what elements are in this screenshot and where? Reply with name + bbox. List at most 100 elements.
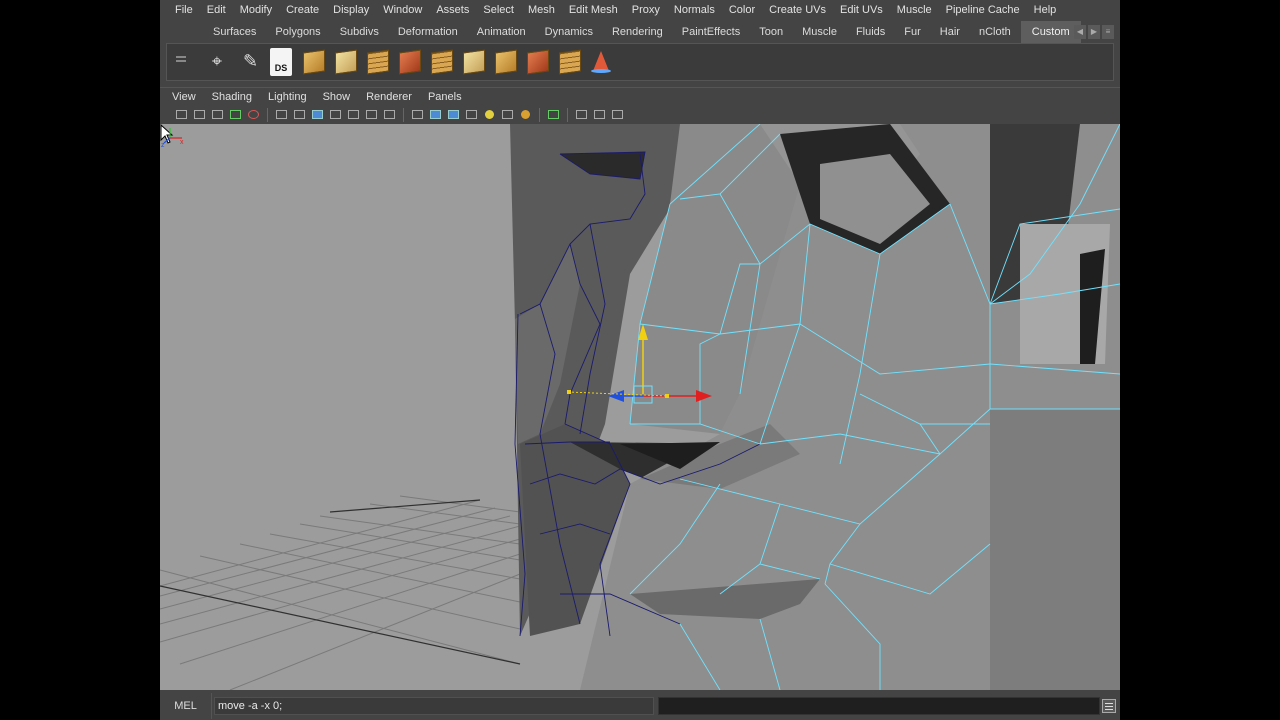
shelf-icons: ⌖ ✎ DS [203,47,615,77]
2d-pan-zoom-icon[interactable] [246,108,261,121]
panel-menu-panels[interactable]: Panels [420,88,470,106]
shadows-icon[interactable] [518,108,533,121]
shelf: ⌖ ✎ DS [166,43,1114,81]
shelf-tab-fur[interactable]: Fur [895,21,931,43]
head-mesh[interactable] [510,124,1120,690]
backface-culling-icon[interactable] [610,108,625,121]
select-camera-icon[interactable] [174,108,189,121]
shelf-options-icon[interactable]: ≡ [1102,25,1114,39]
gate-mask-icon[interactable] [328,108,343,121]
menu-color[interactable]: Color [721,0,761,20]
panel-menu-lighting[interactable]: Lighting [260,88,315,106]
panel-menu-show[interactable]: Show [315,88,359,106]
menu-help[interactable]: Help [1026,0,1063,20]
field-chart-icon[interactable] [346,108,361,121]
menu-normals[interactable]: Normals [666,0,721,20]
scene-render [160,124,1120,690]
svg-text:z: z [161,142,165,148]
panel-menu-renderer[interactable]: Renderer [358,88,420,106]
manip-z-arrow[interactable] [608,390,624,402]
shelf-tab-custom[interactable]: Custom [1020,21,1081,43]
command-input[interactable]: move -a -x 0; [214,697,654,715]
menu-pipeline-cache[interactable]: Pipeline Cache [938,0,1026,20]
shelf-tab-painteffects[interactable]: PaintEffects [673,21,751,43]
menu-muscle[interactable]: Muscle [889,0,938,20]
menu-mesh[interactable]: Mesh [520,0,561,20]
shelf-tab-animation[interactable]: Animation [468,21,536,43]
wireframe-on-shaded-icon[interactable] [446,108,461,121]
select-tool-icon[interactable]: ⌖ [203,47,231,77]
grid-icon[interactable] [274,108,289,121]
film-gate-icon[interactable] [292,108,307,121]
poly-split-icon[interactable] [427,47,455,77]
shelf-handle-icon[interactable] [171,44,189,82]
menu-edit-mesh[interactable]: Edit Mesh [561,0,624,20]
resolution-gate-icon[interactable] [310,108,325,121]
shelf-scroll-right-icon[interactable]: ▶ [1088,25,1100,39]
bookmarks-icon[interactable] [210,108,225,121]
perspective-viewport[interactable]: x z [160,124,1120,690]
shelf-tab-muscle[interactable]: Muscle [793,21,847,43]
script-editor-icon[interactable] [1102,699,1116,713]
menu-select[interactable]: Select [475,0,520,20]
textured-icon[interactable] [464,108,479,121]
poly-extrude-icon[interactable] [395,47,423,77]
shelf-tab-ncloth[interactable]: nCloth [970,21,1021,43]
maya-window: File Edit Modify Create Display Window Assets S… [160,0,1120,720]
panel-toolbar [160,105,1120,124]
command-language-label[interactable]: MEL [160,693,212,719]
paint-brush-icon[interactable]: ✎ [235,47,263,77]
menu-create-uvs[interactable]: Create UVs [761,0,832,20]
menu-modify[interactable]: Modify [232,0,278,20]
xray-joints-icon[interactable] [592,108,607,121]
all-lights-icon[interactable] [500,108,515,121]
ds-icon[interactable]: DS [267,47,295,77]
main-menubar: File Edit Modify Create Display Window Assets S… [160,0,1120,20]
poly-pipe-icon[interactable] [363,47,391,77]
poly-smooth-icon[interactable] [523,47,551,77]
poly-grid-icon[interactable] [491,47,519,77]
shelf-tab-hair[interactable]: Hair [931,21,970,43]
shelf-tab-deformation[interactable]: Deformation [389,21,468,43]
shelf-tab-scroll: ◀ ▶ ≡ [1074,25,1114,39]
shelf-tab-fluids[interactable]: Fluids [847,21,895,43]
svg-text:x: x [180,139,184,146]
default-lighting-icon[interactable] [482,108,497,121]
safe-action-icon[interactable] [364,108,379,121]
shelf-tab-subdivs[interactable]: Subdivs [331,21,389,43]
menu-create[interactable]: Create [278,0,325,20]
shelf-tab-rendering[interactable]: Rendering [603,21,673,43]
command-line: MEL move -a -x 0; [160,693,1120,719]
panel-menubar: View Shading Lighting Show Renderer Panels [160,87,1120,105]
shelf-scroll-left-icon[interactable]: ◀ [1074,25,1086,39]
image-plane-icon[interactable] [228,108,243,121]
shelf-tab-polygons[interactable]: Polygons [266,21,330,43]
poly-mesh-icon[interactable] [555,47,583,77]
menu-display[interactable]: Display [325,0,375,20]
poly-cube-icon[interactable] [299,47,327,77]
menu-assets[interactable]: Assets [428,0,475,20]
shelf-tab-surfaces[interactable]: Surfaces [204,21,266,43]
smooth-shade-icon[interactable] [428,108,443,121]
menu-edit[interactable]: Edit [199,0,232,20]
poly-cone-icon[interactable] [587,47,615,77]
safe-title-icon[interactable] [382,108,397,121]
camera-attributes-icon[interactable] [192,108,207,121]
poly-bevel-icon[interactable] [459,47,487,77]
shelf-tab-bar: Surfaces Polygons Subdivs Deformation Animat… [160,21,1120,43]
panel-menu-view[interactable]: View [164,88,204,106]
ds-label: DS [270,48,292,76]
menu-edit-uvs[interactable]: Edit UVs [832,0,889,20]
menu-proxy[interactable]: Proxy [624,0,666,20]
poly-plane-icon[interactable] [331,47,359,77]
shelf-tab-dynamics[interactable]: Dynamics [536,21,603,43]
xray-icon[interactable] [574,108,589,121]
menu-window[interactable]: Window [375,0,428,20]
command-result-field [658,697,1100,715]
menu-file[interactable]: File [167,0,199,20]
wireframe-icon[interactable] [410,108,425,121]
panel-menu-shading[interactable]: Shading [204,88,260,106]
view-axis-icon: x z [161,128,184,148]
isolate-select-icon[interactable] [546,108,561,121]
shelf-tab-toon[interactable]: Toon [750,21,793,43]
